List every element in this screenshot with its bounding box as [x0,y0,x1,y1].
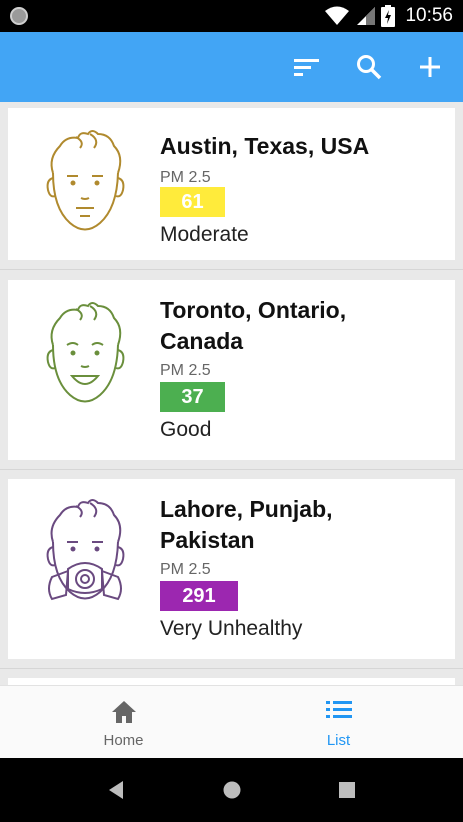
status-icons: 10:56 [325,5,453,27]
city-name-line2: Pakistan [160,527,255,553]
pm-label: PM 2.5 [160,362,211,379]
city-name: Toronto, Ontario, Canada [160,295,445,357]
city-name-line1: Toronto, Ontario, [160,297,347,323]
divider [0,469,463,470]
city-name-line2: Canada [160,328,244,354]
nav-list[interactable]: List [223,686,454,759]
sort-icon [294,59,319,76]
home-icon [111,701,136,723]
list-icon [325,701,352,718]
city-name: Austin, Texas, USA [160,133,370,159]
bottom-navigation: Home List [0,685,463,758]
add-button[interactable] [414,51,446,83]
aqi-value: 37 [181,385,204,408]
nav-home-label: Home [103,732,144,749]
city-name-line1: Lahore, Punjab, [160,496,333,522]
location-card-toronto[interactable]: Toronto, Ontario, Canada PM 2.5 37 Good [8,280,455,460]
location-card-partial[interactable] [8,678,455,685]
pm-label: PM 2.5 [160,169,211,186]
status-bar: 10:56 [0,0,463,32]
aqi-badge: 291 [160,581,238,611]
recents-icon[interactable] [338,780,356,800]
city-name: Lahore, Punjab, Pakistan [160,494,445,556]
aqi-level: Good [160,418,212,441]
aqi-value: 61 [181,190,204,213]
add-icon [420,57,440,77]
battery-icon [381,5,396,27]
home-circle-icon[interactable] [222,780,242,800]
aqi-level: Very Unhealthy [160,617,303,640]
location-list: Austin, Texas, USA PM 2.5 61 Moderate To… [0,102,463,685]
list-icon-shape [325,701,352,718]
smiling-face-icon [46,302,125,403]
divider [0,269,463,270]
clock: 10:56 [405,5,453,26]
cell-signal-icon [357,7,376,25]
system-navigation-bar [0,758,463,822]
home-icon-shape [111,701,136,723]
pm-label: PM 2.5 [160,561,211,578]
search-button[interactable] [353,51,385,83]
gas-mask-face-icon [46,499,125,601]
back-icon[interactable] [107,780,125,800]
sort-button[interactable] [291,51,323,83]
aqi-level: Moderate [160,223,249,246]
location-card-lahore[interactable]: Lahore, Punjab, Pakistan PM 2.5 291 Very… [8,479,455,659]
search-icon [357,55,382,80]
location-card-austin[interactable]: Austin, Texas, USA PM 2.5 61 Moderate [8,108,455,260]
divider [0,668,463,669]
nav-home[interactable]: Home [8,686,239,759]
aqi-value: 291 [182,584,216,607]
wifi-icon [325,6,350,25]
app-bar [0,32,463,102]
nav-list-label: List [326,732,351,749]
aqi-badge: 61 [160,187,225,217]
neutral-face-icon [46,130,125,231]
aqi-badge: 37 [160,382,225,412]
notification-icon [10,7,28,25]
